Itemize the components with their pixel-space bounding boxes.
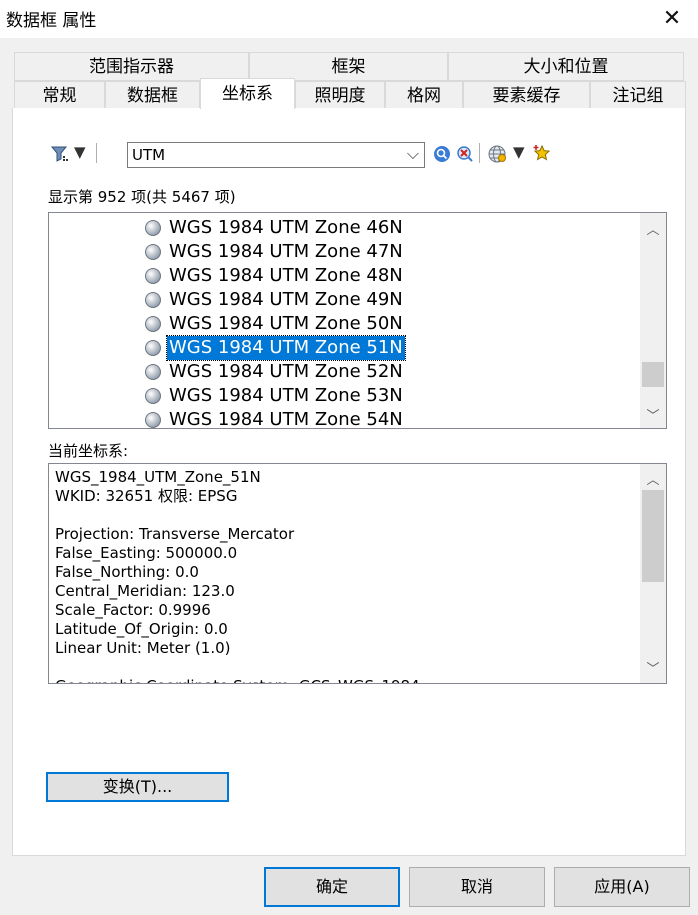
globe-icon: [145, 292, 161, 308]
coordinate-system-list[interactable]: WGS 1984 UTM Zone 46N WGS 1984 UTM Zone 4…: [48, 212, 667, 429]
detail-line: Geographic Coordinate System: GCS_WGS_19…: [55, 677, 420, 683]
transform-button[interactable]: 变换(T)...: [46, 772, 229, 802]
list-item-label: WGS 1984 UTM Zone 48N: [169, 265, 403, 286]
globe-icon: [145, 412, 161, 428]
list-item-label: WGS 1984 UTM Zone 47N: [169, 241, 403, 262]
detail-line: Projection: Transverse_Mercator: [55, 525, 295, 543]
detail-line: Linear Unit: Meter (1.0): [55, 639, 231, 657]
detail-line: False_Easting: 500000.0: [55, 544, 238, 562]
detail-line: Scale_Factor: 0.9996: [55, 601, 211, 619]
search-value[interactable]: UTM: [132, 146, 165, 164]
window-title: 数据框 属性: [6, 11, 97, 31]
list-item-label: WGS 1984 UTM Zone 52N: [169, 361, 403, 382]
apply-button[interactable]: 应用(A): [554, 867, 690, 907]
filter-icon[interactable]: [50, 144, 70, 164]
tab-2[interactable]: 数据框: [105, 81, 200, 109]
detail-line: WKID: 32651 权限: EPSG: [55, 487, 238, 505]
scroll-up-icon[interactable]: ︿: [640, 471, 666, 490]
tab-4[interactable]: 照明度: [295, 81, 385, 109]
tab-6[interactable]: 要素缓存: [463, 81, 590, 109]
list-item-label: WGS 1984 UTM Zone 54N: [169, 409, 403, 429]
cancel-button[interactable]: 取消: [409, 867, 545, 907]
current-system-label: 当前坐标系:: [48, 442, 129, 460]
detail-line: Central_Meridian: 123.0: [55, 582, 235, 600]
toolbar-divider: [96, 143, 97, 163]
ok-button[interactable]: 确定: [264, 867, 400, 907]
globe-icon: [145, 268, 161, 284]
globe-icon: [145, 388, 161, 404]
globe-icon: [145, 340, 161, 356]
title-bar: [0, 0, 698, 38]
filter-dropdown-icon[interactable]: ▼: [74, 143, 86, 161]
scroll-up-icon[interactable]: ︿: [640, 219, 666, 238]
clear-search-icon[interactable]: [456, 145, 474, 163]
tab-top-1[interactable]: 范围指示器: [14, 52, 249, 81]
add-favorite-icon[interactable]: [533, 144, 551, 162]
tab-top-3[interactable]: 大小和位置: [448, 52, 684, 81]
toolbar-divider-2: [479, 143, 480, 163]
scroll-thumb[interactable]: [642, 362, 664, 387]
globe-dropdown-icon[interactable]: ▼: [513, 143, 525, 161]
globe-icon: [145, 364, 161, 380]
detail-line: Latitude_Of_Origin: 0.0: [55, 620, 228, 638]
globe-icon[interactable]: [488, 145, 506, 163]
list-item-label: WGS 1984 UTM Zone 51N: [166, 335, 406, 361]
globe-icon: [145, 316, 161, 332]
details-scrollbar[interactable]: ︿ ﹀: [640, 464, 666, 683]
tab-7[interactable]: 注记组: [590, 81, 686, 109]
tab-top-2[interactable]: 框架: [249, 52, 448, 81]
detail-line: False_Northing: 0.0: [55, 563, 199, 581]
list-count-label: 显示第 952 项(共 5467 项): [48, 188, 236, 206]
list-item-label: WGS 1984 UTM Zone 53N: [169, 385, 403, 406]
scroll-thumb[interactable]: [642, 490, 664, 582]
list-item-label: WGS 1984 UTM Zone 49N: [169, 289, 403, 310]
tab-1[interactable]: 常规: [14, 81, 105, 109]
tab-3[interactable]: 坐标系: [200, 78, 295, 109]
scroll-down-icon[interactable]: ﹀: [640, 660, 666, 679]
search-combo[interactable]: UTM ⌵: [127, 142, 425, 168]
globe-icon: [145, 244, 161, 260]
list-scrollbar[interactable]: ︿ ﹀: [640, 213, 666, 428]
list-item-label: WGS 1984 UTM Zone 46N: [169, 217, 403, 238]
scroll-down-icon[interactable]: ﹀: [640, 405, 666, 424]
list-item-label: WGS 1984 UTM Zone 50N: [169, 313, 403, 334]
detail-line: WGS_1984_UTM_Zone_51N: [55, 468, 261, 486]
search-icon[interactable]: [433, 145, 451, 163]
close-button[interactable]: ✕: [652, 3, 692, 35]
chevron-down-icon[interactable]: ⌵: [407, 144, 419, 164]
current-system-details[interactable]: WGS_1984_UTM_Zone_51N WKID: 32651 权限: EPS…: [48, 463, 667, 684]
tab-5[interactable]: 格网: [385, 81, 463, 109]
globe-icon: [145, 220, 161, 236]
